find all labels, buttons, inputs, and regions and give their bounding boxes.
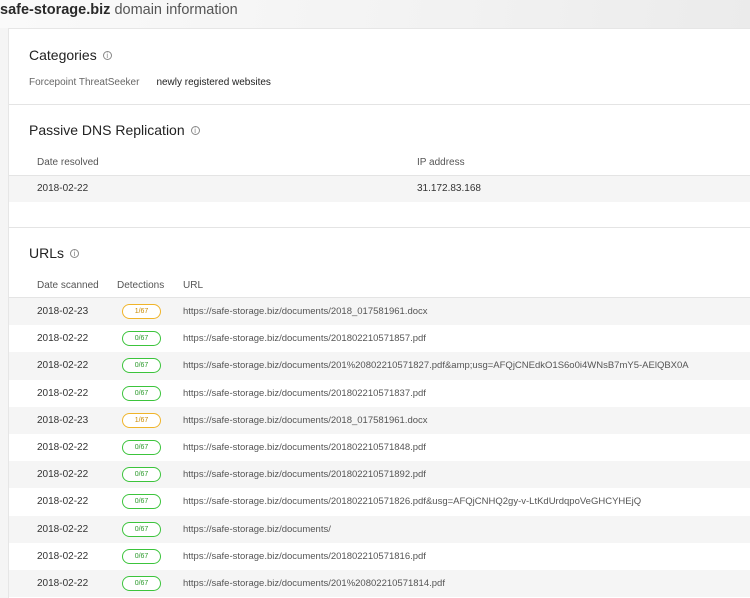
page-title: safe-storage.biz domain information: [0, 2, 238, 18]
urls-table: 2018-02-23 1/67 https://safe-storage.biz…: [9, 298, 750, 598]
table-row: 2018-02-22 0/67 https://safe-storage.biz…: [9, 515, 750, 543]
date-scanned: 2018-02-22: [37, 387, 89, 399]
url-link[interactable]: https://safe-storage.biz/documents/2018_…: [183, 415, 428, 426]
date-scanned: 2018-02-22: [37, 523, 89, 535]
dns-date: 2018-02-22: [37, 183, 89, 194]
date-scanned: 2018-02-22: [37, 577, 89, 589]
date-scanned: 2018-02-23: [37, 414, 89, 426]
urls-title-text: URLs: [29, 245, 65, 261]
info-circle-icon[interactable]: i: [70, 249, 80, 258]
detections-badge[interactable]: 0/67: [122, 494, 161, 510]
table-row: 2018-02-22 0/67 https://safe-storage.biz…: [9, 380, 750, 407]
date-scanned: 2018-02-23: [37, 306, 89, 317]
date-scanned: 2018-02-22: [37, 360, 89, 372]
detections-badge[interactable]: 0/67: [122, 358, 161, 374]
detections-badge[interactable]: 0/67: [122, 575, 161, 591]
table-row: 2018-02-23 1/67 https://safe-storage.biz…: [9, 298, 750, 326]
urls-title: URLs i: [29, 245, 80, 261]
title-bar: safe-storage.biz domain information: [0, 0, 750, 28]
url-link[interactable]: https://safe-storage.biz/documents/20180…: [183, 469, 426, 480]
table-row: 2018-02-22 0/67 https://safe-storage.biz…: [9, 325, 750, 352]
table-row: 2018-02-22 0/67 https://safe-storage.biz…: [9, 352, 750, 380]
col-url: URL: [183, 280, 204, 291]
url-link[interactable]: https://safe-storage.biz/documents/201%2…: [183, 360, 689, 371]
table-row: 2018-02-22 0/67 https://safe-storage.biz…: [9, 488, 750, 515]
page-title-suffix: domain information: [114, 2, 238, 18]
col-date-scanned: Date scanned: [37, 280, 99, 291]
date-scanned: 2018-02-22: [37, 441, 89, 453]
detections-badge[interactable]: 1/67: [122, 412, 161, 428]
url-link[interactable]: https://safe-storage.biz/documents/20180…: [183, 333, 426, 344]
dns-title: Passive DNS Replication i: [29, 122, 200, 138]
date-scanned: 2018-02-22: [37, 333, 89, 345]
domain-info-card: Categories i Forcepoint ThreatSeeker newly…: [8, 28, 750, 598]
table-row: 2018-02-22 0/67 https://safe-storage.biz…: [9, 543, 750, 570]
domain-name: safe-storage.biz: [0, 2, 111, 18]
table-row: 2018-02-23 1/67 https://safe-storage.biz…: [9, 406, 750, 434]
table-row: 2018-02-22 0/67 https://safe-storage.biz…: [9, 434, 750, 461]
dns-table-row: 2018-02-22 31.172.83.168: [9, 176, 750, 202]
category-value: newly registered websites: [156, 77, 271, 88]
detections-badge[interactable]: 0/67: [122, 521, 161, 537]
table-row: 2018-02-22 0/67 https://safe-storage.biz…: [9, 569, 750, 598]
date-scanned: 2018-02-22: [37, 469, 89, 481]
info-circle-icon[interactable]: i: [190, 126, 200, 135]
dns-table-header: Date resolved IP address: [9, 152, 750, 175]
table-row: 2018-02-22 0/67 https://safe-storage.biz…: [9, 461, 750, 489]
section-divider: [9, 227, 750, 228]
col-date-resolved: Date resolved: [37, 157, 99, 168]
url-link[interactable]: https://safe-storage.biz/documents/20180…: [183, 388, 426, 399]
date-scanned: 2018-02-22: [37, 496, 89, 508]
dns-ip[interactable]: 31.172.83.168: [417, 183, 481, 194]
url-link[interactable]: https://safe-storage.biz/documents/20180…: [183, 442, 426, 453]
detections-badge[interactable]: 0/67: [122, 467, 161, 483]
date-scanned: 2018-02-22: [37, 550, 89, 562]
detections-badge[interactable]: 0/67: [122, 548, 161, 564]
detections-badge[interactable]: 1/67: [122, 304, 161, 319]
url-link[interactable]: https://safe-storage.biz/documents/20180…: [183, 496, 641, 507]
categories-title: Categories i: [29, 47, 112, 63]
detections-badge[interactable]: 0/67: [122, 439, 161, 455]
category-row: Forcepoint ThreatSeeker newly registered …: [29, 77, 271, 88]
category-source: Forcepoint ThreatSeeker: [29, 77, 140, 88]
section-divider: [9, 104, 750, 105]
url-link[interactable]: https://safe-storage.biz/documents/2018_…: [183, 306, 428, 317]
urls-table-header: Date scanned Detections URL: [9, 275, 750, 297]
url-link[interactable]: https://safe-storage.biz/documents/201%2…: [183, 578, 445, 589]
categories-title-text: Categories: [29, 47, 97, 63]
url-link[interactable]: https://safe-storage.biz/documents/20180…: [183, 551, 426, 562]
col-ip-address: IP address: [417, 157, 465, 168]
url-link[interactable]: https://safe-storage.biz/documents/: [183, 524, 331, 535]
col-detections: Detections: [117, 280, 165, 291]
detections-badge[interactable]: 0/67: [122, 385, 161, 401]
detections-badge[interactable]: 0/67: [122, 331, 161, 347]
dns-title-text: Passive DNS Replication: [29, 122, 185, 138]
info-circle-icon[interactable]: i: [102, 51, 112, 60]
